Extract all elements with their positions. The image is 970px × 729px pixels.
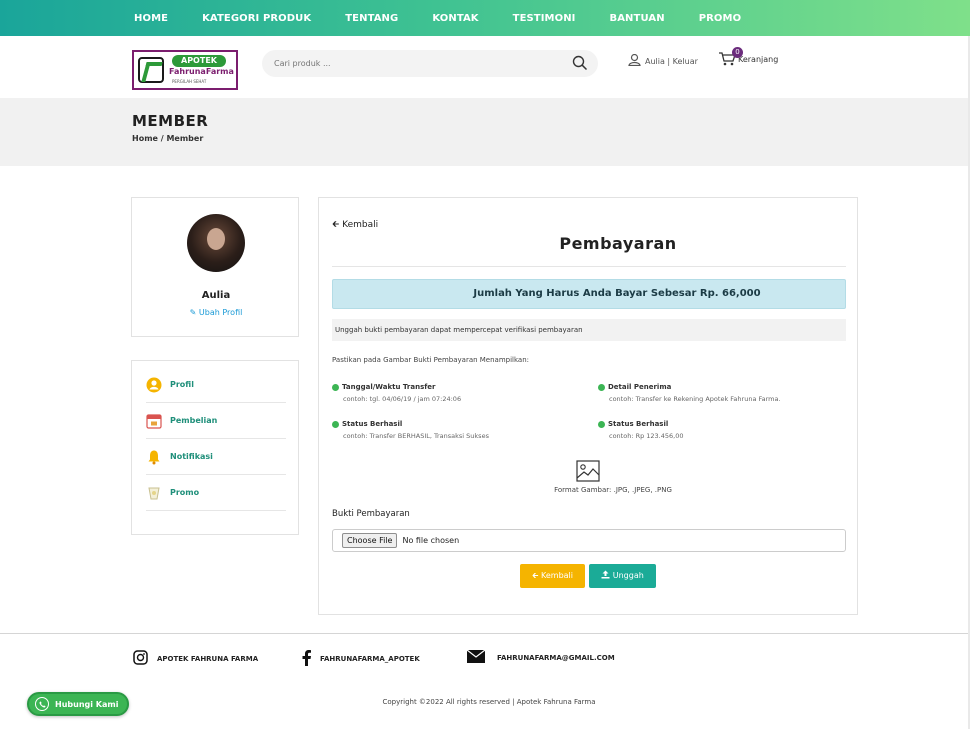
calendar-icon [146, 413, 162, 429]
amount-alert: Jumlah Yang Harus Anda Bayar Sebesar Rp.… [332, 279, 846, 309]
cart-label: Keranjang [738, 54, 779, 64]
footer-divider [0, 633, 970, 634]
back-link[interactable]: 🡰 Kembali [332, 217, 378, 233]
file-input[interactable]: Choose File No file chosen [332, 529, 846, 552]
sidebar-item-pembelian[interactable]: Pembelian [146, 403, 286, 439]
user-separator: | [664, 56, 673, 66]
format-text: Format Gambar: .JPG, .JPEG, .PNG [554, 486, 672, 494]
divider [332, 266, 846, 267]
sidebar-item-label: Promo [170, 488, 200, 497]
upload-notice: Unggah bukti pembayaran dapat mempercepa… [332, 319, 846, 341]
choose-file-button[interactable]: Choose File [342, 533, 398, 548]
contact-us-button[interactable]: Hubungi Kami [27, 692, 129, 716]
back-link-label: Kembali [342, 220, 379, 230]
top-nav: HOME KATEGORI PRODUK TENTANG KONTAK TEST… [0, 0, 970, 36]
search-icon[interactable] [572, 55, 588, 71]
logo-pill: APOTEK [172, 55, 226, 67]
site-logo[interactable]: APOTEK FahrunaFarma PERGILAH SEHAT [132, 50, 238, 90]
bell-icon [146, 449, 162, 465]
footer-facebook[interactable]: FAHRUNAFARMA_APOTEK [302, 650, 420, 668]
profile-icon [146, 377, 162, 393]
copyright-text: Copyright ©2022 All rights reserved | Ap… [382, 698, 596, 706]
payment-title: Pembayaran [559, 234, 677, 253]
contact-us-label: Hubungi Kami [55, 699, 119, 709]
payment-card: 🡰 Kembali Pembayaran Jumlah Yang Harus A… [318, 197, 858, 615]
sidebar-item-promo[interactable]: Promo [146, 475, 286, 511]
condition-example: contoh: Transfer ke Rekening Apotek Fahr… [609, 395, 781, 403]
nav-kontak[interactable]: KONTAK [432, 13, 478, 24]
instagram-handle: APOTEK FAHRUNA FARMA [157, 654, 259, 663]
page-header: MEMBER Home / Member [0, 98, 970, 166]
nav-promo[interactable]: PROMO [699, 13, 741, 24]
breadcrumb[interactable]: Home / Member [132, 134, 203, 143]
cart-count-badge: 0 [732, 47, 743, 58]
condition-example: contoh: Transfer BERHASIL, Transaksi Suk… [343, 432, 489, 440]
user-icon [628, 53, 645, 68]
profile-card: Aulia ✎ Ubah Profil [131, 197, 299, 337]
sidebar-item-label: Pembelian [170, 416, 218, 425]
nav-kategori-produk[interactable]: KATEGORI PRODUK [202, 13, 311, 24]
member-side-menu: Profil Pembelian Notifikasi Promo [131, 360, 299, 535]
email-address: FAHRUNAFARMA@GMAIL.COM [497, 653, 615, 662]
cart-link[interactable]: 0 Keranjang [718, 47, 779, 68]
logout-link[interactable]: Keluar [673, 57, 698, 66]
search-bar [262, 50, 598, 77]
instruction-text: Pastikan pada Gambar Bukti Pembayaran Me… [332, 356, 530, 364]
arrow-left-icon: 🡰 [531, 571, 539, 580]
search-input[interactable] [262, 50, 542, 77]
upload-label: Bukti Pembayaran [332, 509, 410, 519]
back-button[interactable]: 🡰 Kembali [520, 564, 585, 588]
footer-instagram[interactable]: APOTEK FAHRUNA FARMA [133, 650, 258, 667]
condition-item: Status Berhasil contoh: Rp 123.456,00 [598, 420, 684, 440]
upload-button-label: Unggah [612, 571, 644, 580]
condition-title: Tanggal/Waktu Transfer [332, 383, 461, 391]
back-button-label: Kembali [541, 571, 574, 580]
promo-icon [146, 485, 162, 501]
condition-example: contoh: tgl. 04/06/19 / jam 07:24:06 [343, 395, 462, 403]
edit-icon: ✎ [189, 308, 197, 317]
profile-name: Aulia [201, 290, 231, 301]
sidebar-item-label: Profil [170, 380, 194, 389]
user-menu: Aulia | Keluar [628, 53, 698, 68]
condition-item: Status Berhasil contoh: Transfer BERHASI… [332, 420, 489, 440]
sidebar-item-profil[interactable]: Profil [146, 367, 286, 403]
condition-item: Tanggal/Waktu Transfer contoh: tgl. 04/0… [332, 383, 461, 403]
upload-icon [601, 570, 613, 580]
nav-home[interactable]: HOME [134, 13, 168, 24]
edit-profile-label: Ubah Profil [198, 308, 243, 317]
nav-tentang[interactable]: TENTANG [345, 13, 398, 24]
footer-email[interactable]: FAHRUNAFARMA@GMAIL.COM [466, 649, 615, 665]
condition-example: contoh: Rp 123.456,00 [609, 432, 684, 440]
facebook-icon [302, 650, 311, 668]
sidebar-item-label: Notifikasi [170, 452, 213, 461]
condition-item: Detail Penerima contoh: Transfer ke Reke… [598, 383, 781, 403]
nav-bantuan[interactable]: BANTUAN [610, 13, 665, 24]
sidebar-item-notifikasi[interactable]: Notifikasi [146, 439, 286, 475]
instagram-icon [133, 650, 148, 667]
facebook-handle: FAHRUNAFARMA_APOTEK [320, 655, 420, 663]
condition-title: Status Berhasil [332, 420, 489, 428]
no-file-text: No file chosen [402, 536, 460, 545]
user-name-link[interactable]: Aulia [645, 57, 665, 66]
logo-tagline: PERGILAH SEHAT [172, 79, 207, 84]
condition-title: Status Berhasil [598, 420, 684, 428]
condition-title: Detail Penerima [598, 383, 781, 391]
upload-button[interactable]: Unggah [589, 564, 656, 588]
avatar [187, 214, 245, 272]
nav-testimoni[interactable]: TESTIMONI [513, 13, 576, 24]
logo-mark-icon [138, 57, 164, 83]
image-icon [576, 460, 600, 482]
whatsapp-icon [35, 697, 49, 711]
edit-profile-link[interactable]: ✎ Ubah Profil [132, 308, 300, 317]
logo-brand: FahrunaFarma [169, 67, 234, 76]
arrow-left-icon: 🡰 [332, 220, 340, 230]
page-title: MEMBER [132, 112, 209, 130]
site-header: APOTEK FahrunaFarma PERGILAH SEHAT Aulia… [0, 36, 970, 98]
mail-icon [466, 649, 486, 665]
